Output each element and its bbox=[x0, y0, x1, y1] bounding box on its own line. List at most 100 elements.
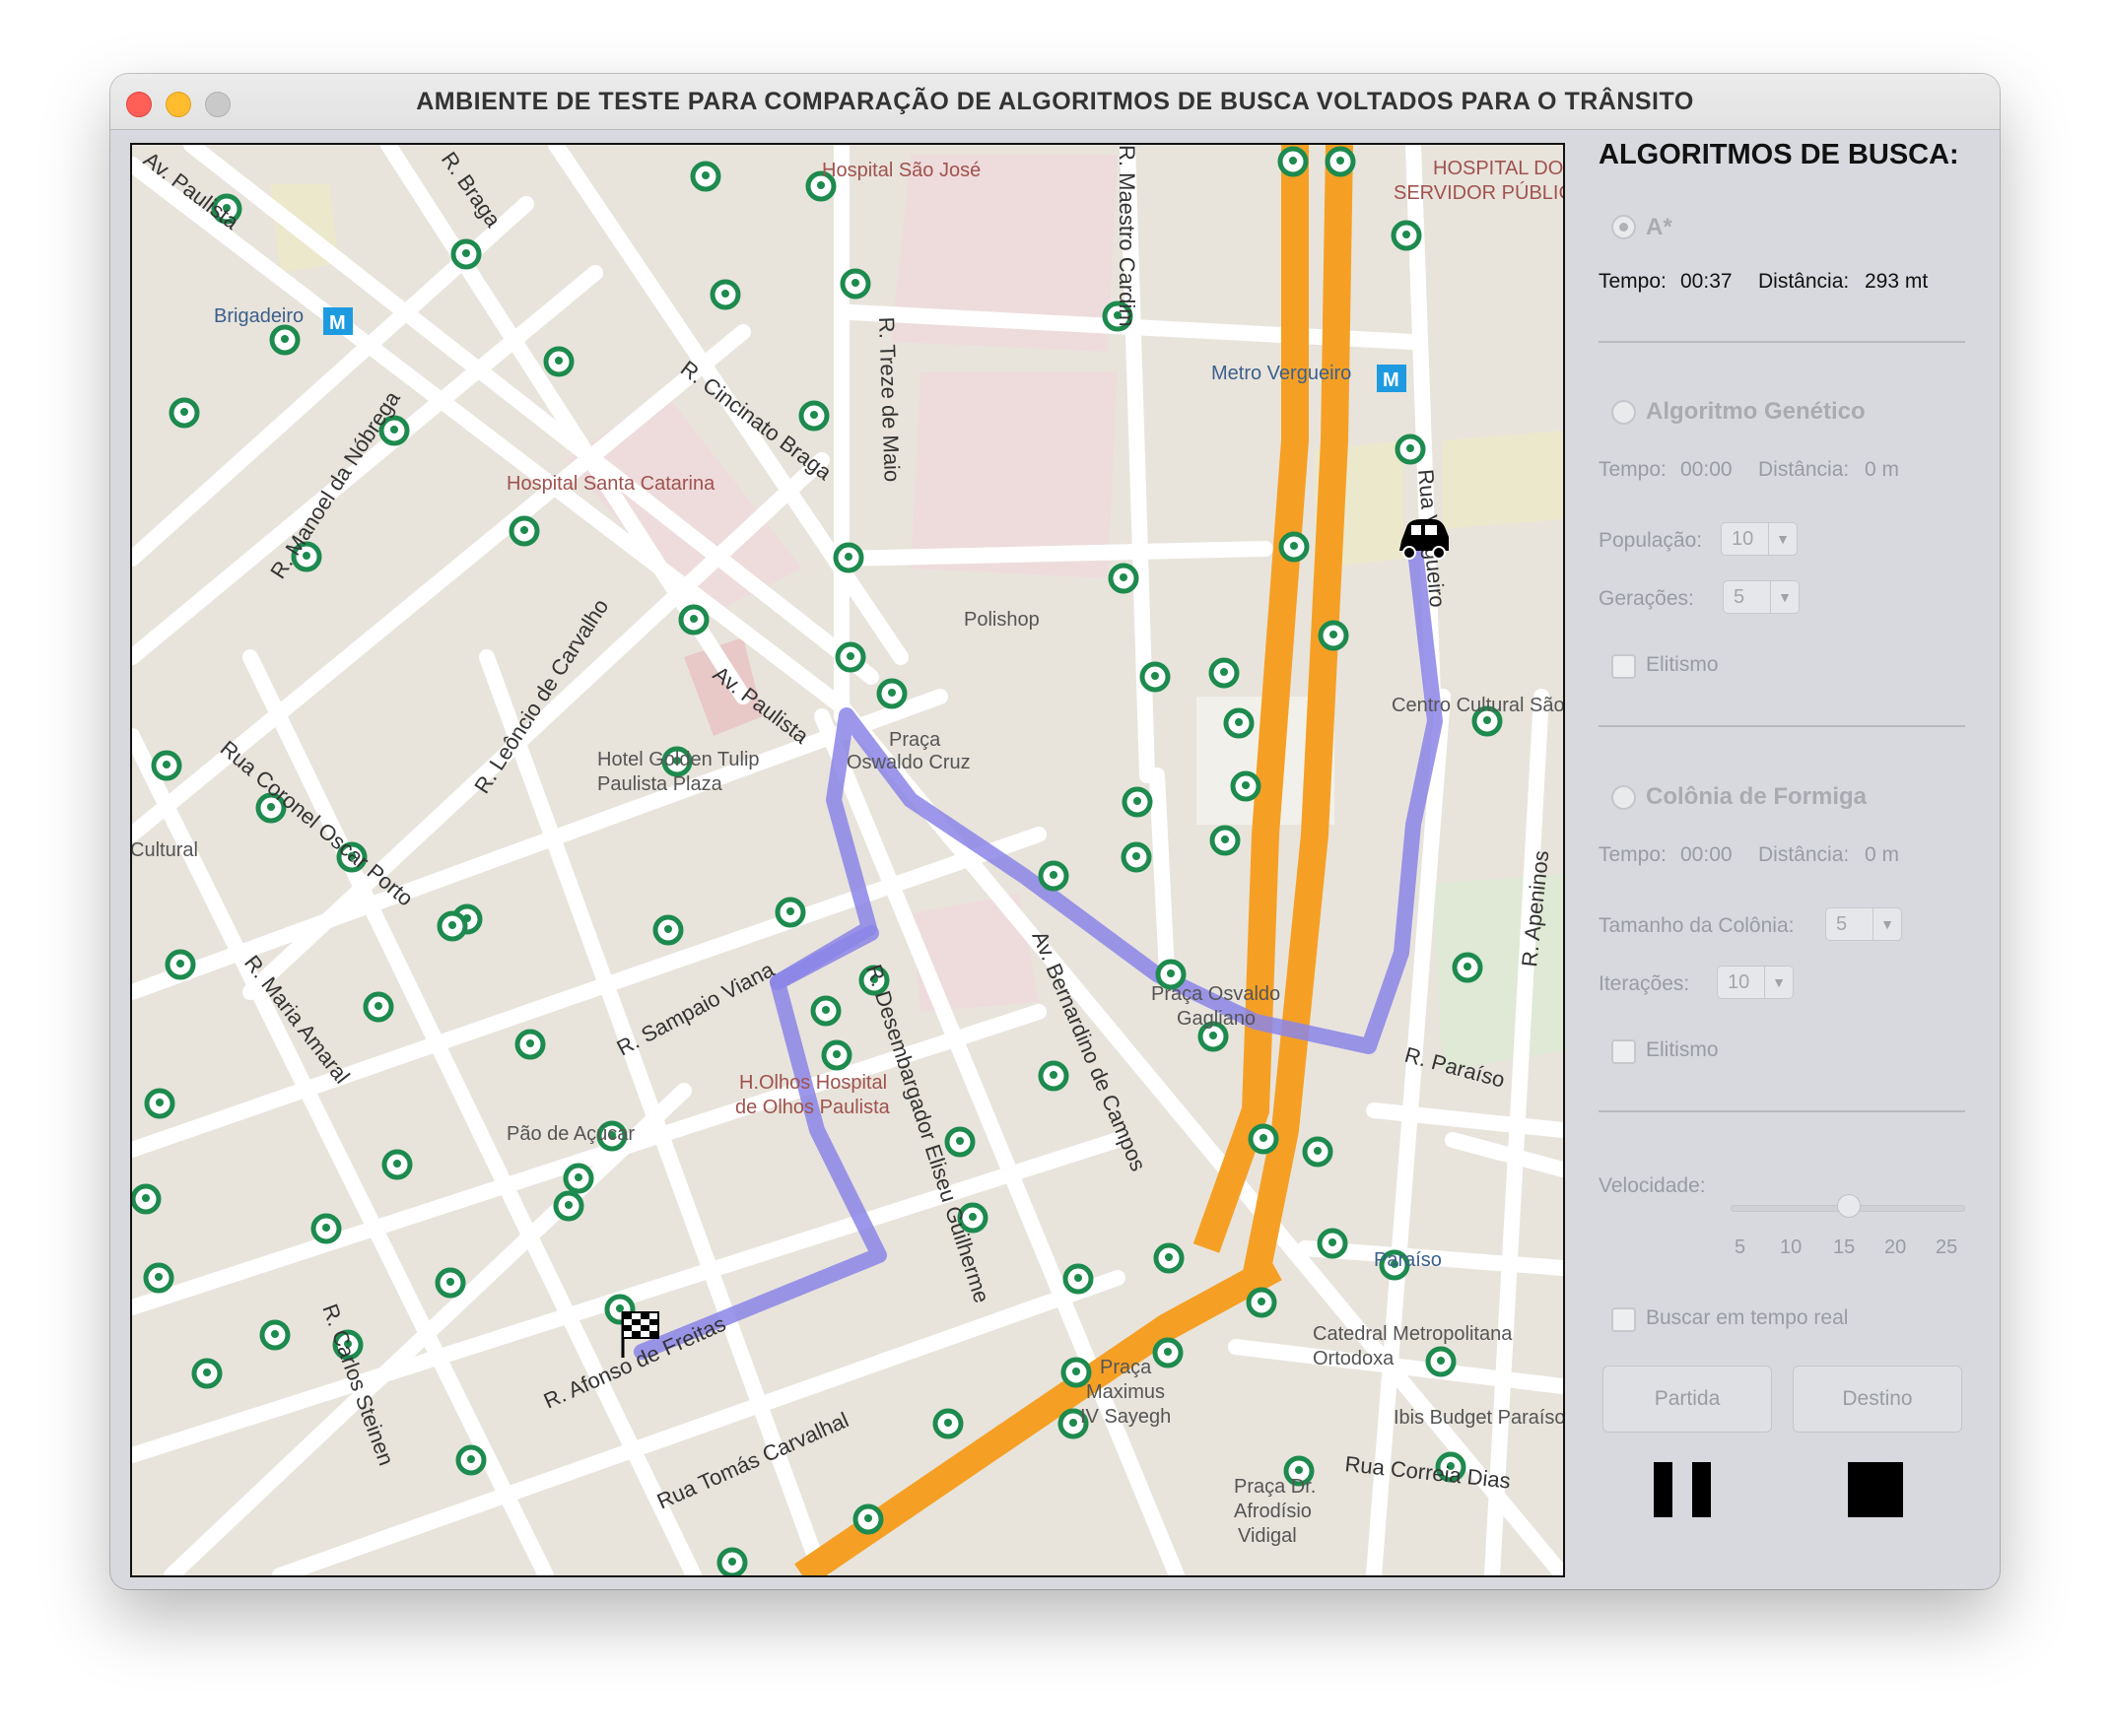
map-marker-icon[interactable] bbox=[1122, 786, 1153, 818]
iteracoes-select[interactable]: 10 ▼ bbox=[1717, 966, 1794, 999]
map-marker-icon[interactable] bbox=[143, 1262, 174, 1294]
map-marker-icon[interactable] bbox=[543, 346, 575, 377]
map-marker-icon[interactable] bbox=[1230, 770, 1261, 802]
genetico-label: Algoritmo Genético bbox=[1646, 398, 1866, 425]
map-marker-icon[interactable] bbox=[259, 1319, 291, 1351]
map-marker-icon[interactable] bbox=[310, 1213, 342, 1244]
map-marker-icon[interactable] bbox=[652, 914, 684, 946]
map-marker-icon[interactable] bbox=[1038, 860, 1069, 892]
map-marker-icon[interactable] bbox=[165, 949, 196, 980]
map-marker-icon[interactable] bbox=[132, 1183, 162, 1215]
formiga-radio[interactable] bbox=[1611, 785, 1636, 810]
map-marker-icon[interactable] bbox=[1209, 825, 1241, 856]
svg-text:Hospital Santa Catarina: Hospital Santa Catarina bbox=[507, 473, 715, 495]
genetico-tempo-label: Tempo: bbox=[1599, 458, 1667, 481]
map-marker-icon[interactable] bbox=[1452, 952, 1483, 983]
map-marker-icon[interactable] bbox=[798, 400, 830, 432]
map-marker-icon[interactable] bbox=[1153, 1242, 1185, 1274]
map-marker-icon[interactable] bbox=[381, 1149, 413, 1180]
svg-text:M: M bbox=[1383, 369, 1399, 391]
slider-tick: 5 bbox=[1735, 1236, 1746, 1258]
map-marker-icon[interactable] bbox=[455, 1444, 487, 1476]
svg-text:R. Maestro Cardim: R. Maestro Cardim bbox=[1115, 145, 1139, 327]
map-marker-icon[interactable] bbox=[363, 991, 394, 1023]
geracoes-select[interactable]: 5 ▼ bbox=[1723, 580, 1800, 614]
map-marker-icon[interactable] bbox=[151, 750, 182, 781]
map-marker-icon[interactable] bbox=[435, 1267, 466, 1299]
map-marker-icon[interactable] bbox=[1139, 661, 1171, 693]
separator bbox=[1599, 1110, 1965, 1112]
control-panel: ALGORITMOS DE BUSCA: A* Tempo: 00:37 Dis… bbox=[1597, 139, 1991, 1577]
window-title: AMBIENTE DE TESTE PARA COMPARAÇÃO DE ALG… bbox=[416, 88, 1694, 115]
astar-label: A* bbox=[1646, 214, 1672, 240]
map-marker-icon[interactable] bbox=[169, 397, 200, 429]
map-marker-icon[interactable] bbox=[1317, 1228, 1348, 1259]
map-view[interactable]: Hospital São José HOSPITAL DO SERVIDOR P… bbox=[130, 143, 1565, 1577]
pause-icon[interactable] bbox=[1654, 1462, 1711, 1517]
tempo-real-checkbox[interactable] bbox=[1611, 1307, 1636, 1332]
map-marker-icon[interactable] bbox=[1391, 220, 1422, 251]
map-marker-icon[interactable] bbox=[1325, 146, 1356, 177]
tempo-real-label: Buscar em tempo real bbox=[1646, 1306, 1849, 1329]
map-marker-icon[interactable] bbox=[1278, 531, 1310, 563]
map-marker-icon[interactable] bbox=[514, 1029, 546, 1060]
separator bbox=[1599, 341, 1965, 343]
velocidade-slider-thumb[interactable] bbox=[1837, 1194, 1861, 1218]
map-marker-icon[interactable] bbox=[821, 1039, 852, 1071]
astar-tempo-label: Tempo: bbox=[1599, 270, 1667, 293]
map-marker-icon[interactable] bbox=[1208, 657, 1240, 689]
svg-text:Afrodísio: Afrodísio bbox=[1234, 1501, 1312, 1522]
slider-tick: 10 bbox=[1780, 1236, 1803, 1258]
map-marker-icon[interactable] bbox=[269, 324, 301, 356]
astar-radio[interactable] bbox=[1611, 215, 1636, 239]
map-marker-icon[interactable] bbox=[1395, 434, 1426, 465]
map-marker-icon[interactable] bbox=[1277, 146, 1309, 177]
map-marker-icon[interactable] bbox=[944, 1126, 976, 1158]
astar-dist-label: Distância: bbox=[1758, 270, 1850, 293]
map-marker-icon[interactable] bbox=[710, 279, 741, 310]
map-marker-icon[interactable] bbox=[144, 1088, 175, 1119]
stop-icon[interactable] bbox=[1848, 1462, 1903, 1517]
map-marker-icon[interactable] bbox=[835, 641, 866, 673]
map-marker-icon[interactable] bbox=[1108, 563, 1139, 594]
genetico-radio[interactable] bbox=[1611, 400, 1636, 425]
map-marker-icon[interactable] bbox=[437, 910, 468, 942]
map-marker-icon[interactable] bbox=[1121, 841, 1152, 873]
map-marker-icon[interactable] bbox=[840, 268, 871, 300]
map-marker-icon[interactable] bbox=[852, 1503, 884, 1535]
map-marker-icon[interactable] bbox=[1246, 1287, 1277, 1318]
map-marker-icon[interactable] bbox=[1425, 1346, 1457, 1377]
map-marker-icon[interactable] bbox=[191, 1358, 223, 1389]
map-marker-icon[interactable] bbox=[678, 604, 710, 635]
map-marker-icon[interactable] bbox=[1223, 707, 1255, 739]
genetico-elitismo-checkbox[interactable] bbox=[1611, 654, 1636, 679]
partida-button[interactable]: Partida bbox=[1602, 1366, 1772, 1433]
colonia-select[interactable]: 5 ▼ bbox=[1825, 907, 1902, 941]
map-marker-icon[interactable] bbox=[690, 161, 721, 192]
map-marker-icon[interactable] bbox=[833, 542, 864, 573]
map-marker-icon[interactable] bbox=[563, 1163, 594, 1194]
map-marker-icon[interactable] bbox=[1062, 1263, 1094, 1295]
map-marker-icon[interactable] bbox=[1248, 1123, 1279, 1155]
svg-text:M: M bbox=[329, 312, 346, 334]
velocidade-label: Velocidade: bbox=[1599, 1174, 1706, 1197]
map-marker-icon[interactable] bbox=[1152, 1337, 1184, 1369]
formiga-elitismo-checkbox[interactable] bbox=[1611, 1039, 1636, 1064]
map-marker-icon[interactable] bbox=[775, 897, 806, 928]
map-marker-icon[interactable] bbox=[932, 1408, 964, 1439]
map-marker-icon[interactable] bbox=[716, 1547, 748, 1575]
destino-button[interactable]: Destino bbox=[1793, 1366, 1962, 1433]
map-marker-icon[interactable] bbox=[1318, 620, 1349, 651]
svg-text:Praça: Praça bbox=[1100, 1357, 1152, 1378]
map-marker-icon[interactable] bbox=[876, 678, 908, 709]
map-marker-icon[interactable] bbox=[1302, 1136, 1333, 1168]
map-marker-icon[interactable] bbox=[810, 995, 842, 1027]
map-marker-icon[interactable] bbox=[509, 515, 540, 547]
chevron-down-icon: ▼ bbox=[1770, 581, 1799, 613]
svg-text:Hotel Golden Tulip: Hotel Golden Tulip bbox=[597, 749, 760, 770]
panel-heading: ALGORITMOS DE BUSCA: bbox=[1599, 139, 1959, 170]
map-marker-icon[interactable] bbox=[553, 1190, 584, 1222]
map-marker-icon[interactable] bbox=[1038, 1060, 1069, 1092]
populacao-select[interactable]: 10 ▼ bbox=[1721, 522, 1798, 556]
map-marker-icon[interactable] bbox=[450, 238, 482, 270]
